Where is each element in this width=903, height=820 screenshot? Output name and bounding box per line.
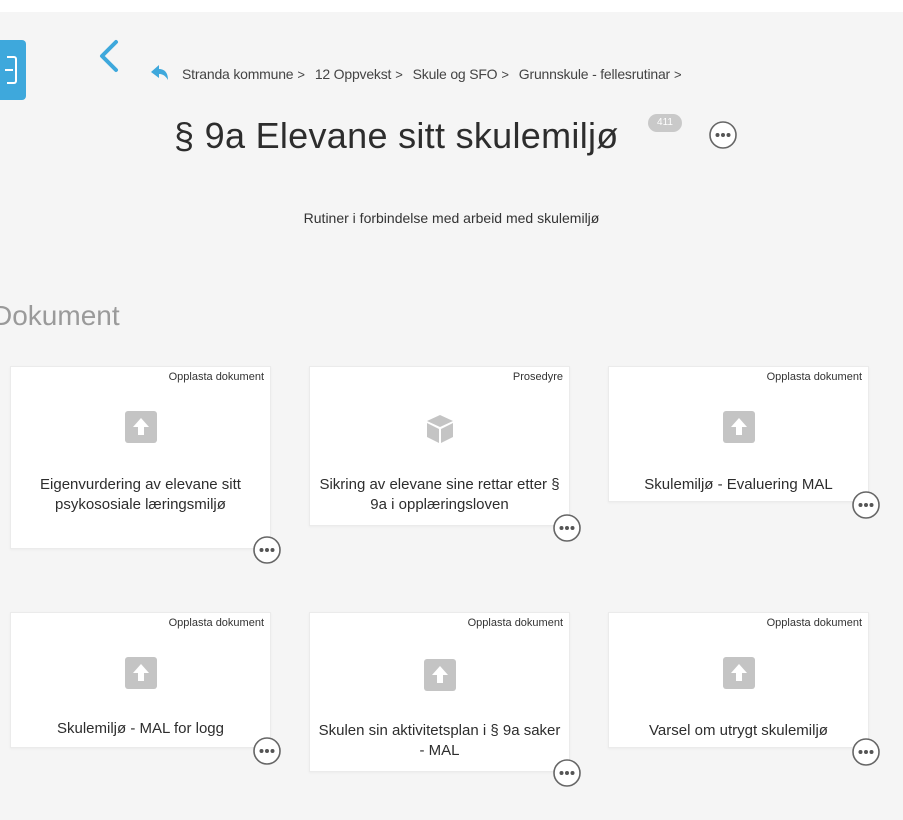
- page-more-button[interactable]: [708, 120, 738, 150]
- more-icon: [553, 759, 581, 787]
- upload-icon: [124, 657, 157, 689]
- more-icon: [852, 738, 880, 766]
- document-type-label: Opplasta dokument: [766, 371, 862, 383]
- document-more-button[interactable]: [851, 737, 881, 767]
- document-card[interactable]: Opplasta dokument Skulen sin aktivitetsp…: [309, 612, 570, 772]
- document-card[interactable]: Prosedyre Sikring av elevane sine rettar…: [309, 366, 570, 526]
- cube-icon: [424, 413, 456, 445]
- upload-icon: [722, 411, 755, 443]
- page-title: § 9a Elevane sitt skulemiljø: [174, 115, 619, 156]
- document-card[interactable]: Opplasta dokument Eigenvurdering av elev…: [10, 366, 271, 549]
- more-icon: [253, 536, 281, 564]
- document-title[interactable]: Skulemiljø - MAL for logg: [17, 719, 264, 739]
- document-type-label: Opplasta dokument: [168, 371, 264, 383]
- document-title[interactable]: Varsel om utrygt skulemiljø: [615, 721, 862, 741]
- chevron-left-icon: [100, 40, 118, 72]
- page-description: Rutiner i forbindelse med arbeid med sku…: [303, 210, 600, 226]
- more-icon: [553, 514, 581, 542]
- breadcrumb-item[interactable]: Stranda kommune: [182, 66, 294, 82]
- view-count-badge: 411: [648, 114, 682, 132]
- document-type-label: Prosedyre: [512, 371, 563, 383]
- document-type-label: Opplasta dokument: [467, 617, 563, 629]
- breadcrumb-separator: >: [674, 66, 682, 82]
- document-type-label: Opplasta dokument: [766, 617, 862, 629]
- side-panel-toggle[interactable]: [0, 40, 26, 100]
- breadcrumb-separator: >: [395, 66, 403, 82]
- top-strip: [0, 0, 903, 12]
- upload-icon: [124, 411, 157, 443]
- document-more-button[interactable]: [252, 736, 282, 766]
- document-type-label: Opplasta dokument: [168, 617, 264, 629]
- document-card[interactable]: Opplasta dokument Skulemiljø - MAL for l…: [10, 612, 271, 748]
- more-icon: [253, 737, 281, 765]
- document-title[interactable]: Sikring av elevane sine rettar etter § 9…: [316, 475, 563, 515]
- document-more-button[interactable]: [552, 758, 582, 788]
- back-button[interactable]: [90, 36, 130, 76]
- breadcrumb-separator: >: [297, 66, 305, 82]
- breadcrumb-up-button[interactable]: [148, 64, 170, 82]
- document-title[interactable]: Skulen sin aktivitetsplan i § 9a saker -…: [316, 721, 563, 761]
- document-title[interactable]: Skulemiljø - Evaluering MAL: [615, 475, 862, 495]
- document-card[interactable]: Opplasta dokument Skulemiljø - Evaluerin…: [608, 366, 869, 502]
- document-more-button[interactable]: [252, 535, 282, 565]
- breadcrumb-item[interactable]: Grunnskule - fellesrutinar: [519, 66, 670, 82]
- document-more-button[interactable]: [552, 513, 582, 543]
- breadcrumb-item[interactable]: Skule og SFO: [413, 66, 498, 82]
- up-arrow-icon: [151, 65, 168, 80]
- breadcrumb-separator: >: [501, 66, 509, 82]
- more-icon: [852, 491, 880, 519]
- more-icon: [709, 121, 737, 149]
- section-title: Dokument: [0, 300, 120, 331]
- breadcrumb-item[interactable]: 12 Oppvekst: [315, 66, 392, 82]
- upload-icon: [722, 657, 755, 689]
- document-card[interactable]: Opplasta dokument Varsel om utrygt skule…: [608, 612, 869, 748]
- panel-icon: [5, 56, 17, 84]
- upload-icon: [423, 659, 456, 691]
- document-more-button[interactable]: [851, 490, 881, 520]
- breadcrumb: Stranda kommune > 12 Oppvekst > Skule og…: [182, 64, 691, 84]
- document-title[interactable]: Eigenvurdering av elevane sitt psykososi…: [17, 475, 264, 515]
